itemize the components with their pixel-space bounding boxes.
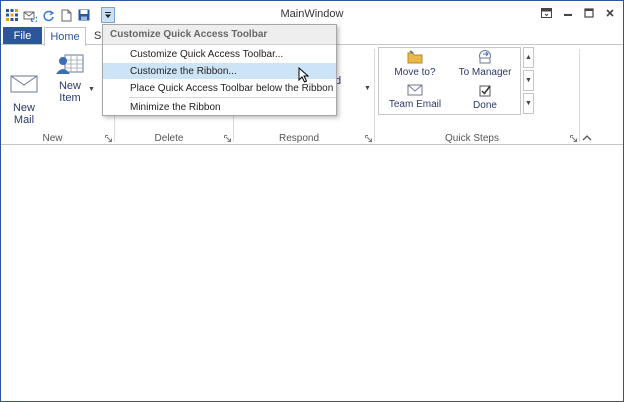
minimize-icon[interactable] <box>558 5 577 21</box>
tab-partial[interactable]: S <box>94 30 101 42</box>
quick-step-label: To Manager <box>458 67 512 78</box>
new-mail-label: New Mail <box>12 102 35 126</box>
quick-step-label: Team Email <box>388 99 442 110</box>
group-label-new: New <box>42 133 63 144</box>
new-item-chevron-down-icon[interactable]: ▼ <box>88 86 95 93</box>
group-separator <box>579 49 580 142</box>
quick-steps-scroll: ▲ ▼ ▼ <box>523 47 535 115</box>
dialog-launcher-icon[interactable] <box>224 135 231 142</box>
new-item-label: New Item <box>58 80 81 104</box>
forward-mail-icon <box>479 50 491 64</box>
checkbox-icon <box>479 85 491 97</box>
collapse-ribbon-icon[interactable] <box>581 133 593 143</box>
send-receive-icon[interactable] <box>23 8 37 22</box>
app-grid-icon[interactable] <box>5 8 19 22</box>
envelope-icon <box>10 75 38 93</box>
quick-step-team-email[interactable]: Team Email <box>381 84 449 110</box>
tab-home[interactable]: Home <box>44 27 86 46</box>
quick-step-move-to[interactable]: Move to? <box>381 50 449 78</box>
new-mail-button[interactable]: New Mail <box>4 73 44 126</box>
mouse-cursor-icon <box>298 67 310 83</box>
new-item-button[interactable]: New Item <box>47 49 93 104</box>
quick-step-to-manager[interactable]: To Manager <box>451 50 519 78</box>
menu-header: Customize Quick Access Toolbar <box>103 25 336 45</box>
scroll-down-icon[interactable]: ▼ <box>523 70 534 91</box>
scroll-up-icon[interactable]: ▲ <box>523 47 534 68</box>
folder-move-icon <box>407 50 423 64</box>
menu-separator <box>129 97 336 98</box>
new-page-icon[interactable] <box>59 8 73 22</box>
maximize-icon[interactable] <box>579 5 598 21</box>
quick-step-label: Move to? <box>394 67 436 78</box>
menu-item-minimize-ribbon[interactable]: Minimize the Ribbon <box>103 99 336 115</box>
group-label-delete: Delete <box>154 133 184 144</box>
close-icon[interactable] <box>600 5 619 21</box>
dialog-launcher-icon[interactable] <box>365 135 372 142</box>
window-controls <box>537 5 619 21</box>
respond-chevron-down-icon[interactable]: ▼ <box>364 85 371 92</box>
gallery-expand-icon[interactable]: ▼ <box>523 93 534 114</box>
group-label-respond: Respond <box>278 133 320 144</box>
quick-steps-gallery: Move to? To Manager Team Email Done <box>378 47 521 115</box>
dialog-launcher-icon[interactable] <box>570 135 577 142</box>
tab-file[interactable]: File <box>3 27 42 45</box>
quick-step-done[interactable]: Done <box>451 84 519 111</box>
main-window: MainWindow File Home S New Mail New Item… <box>0 0 624 402</box>
ribbon-display-icon[interactable] <box>537 5 556 21</box>
customize-dropdown-icon[interactable] <box>101 7 115 23</box>
envelope-icon <box>407 84 423 96</box>
dialog-launcher-icon[interactable] <box>105 135 112 142</box>
group-separator <box>374 49 375 142</box>
new-item-icon <box>56 54 84 74</box>
refresh-icon[interactable] <box>41 8 55 22</box>
quick-access-toolbar <box>5 7 115 23</box>
menu-item-customize-qat[interactable]: Customize Quick Access Toolbar... <box>103 46 336 62</box>
quick-step-label: Done <box>473 100 497 111</box>
group-label-quick-steps: Quick Steps <box>445 133 499 144</box>
save-icon[interactable] <box>77 8 91 22</box>
